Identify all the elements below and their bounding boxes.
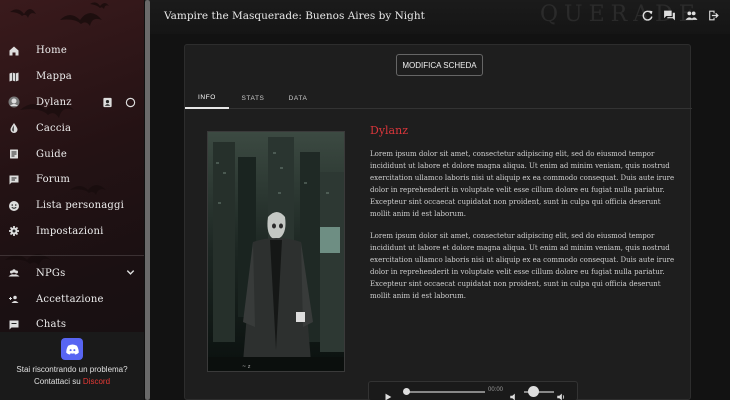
help-box: Stai riscontrando un problema? Contattac…: [0, 332, 144, 400]
sidebar-item-label: Mappa: [36, 71, 72, 83]
map-icon: [8, 71, 20, 83]
help-text: Stai riscontrando un problema? Contattac…: [0, 364, 144, 388]
chats-icon: [8, 319, 20, 331]
sidebar-item-lista-personaggi[interactable]: Lista personaggi: [0, 193, 144, 219]
character-description-paragraph: Lorem ipsum dolor sit amet, consectetur …: [370, 150, 675, 218]
sidebar-item-label: Forum: [36, 174, 71, 186]
people-icon: [8, 267, 20, 279]
add-group-icon: [8, 293, 20, 305]
character-name: Dylanz: [370, 124, 408, 137]
edit-sheet-button[interactable]: MODIFICA SCHEDA: [396, 54, 483, 76]
blood-drop-icon: [8, 122, 20, 134]
sidebar-item-label: Accettazione: [36, 293, 104, 305]
discord-icon[interactable]: [61, 338, 83, 360]
sidebar-item-npgs[interactable]: NPGs: [0, 260, 144, 286]
audio-progress-handle[interactable]: [403, 388, 410, 395]
character-sheet-icon[interactable]: [102, 97, 113, 108]
sidebar-item-label: Home: [36, 45, 67, 57]
sidebar-item-label: Lista personaggi: [36, 200, 124, 212]
play-icon[interactable]: [383, 387, 393, 400]
volume-handle[interactable]: [528, 386, 539, 397]
character-card: MODIFICA SCHEDA INFO STATS DATA ~ z Dyla…: [184, 44, 692, 400]
tab-bar: INFO STATS DATA: [185, 87, 692, 109]
sidebar-divider: [0, 255, 144, 257]
help-message: Stai riscontrando un problema? Contattac…: [16, 365, 128, 386]
gear-icon: [8, 225, 20, 237]
app-title: Vampire the Masquerade: Buenos Aires by …: [164, 10, 425, 22]
face-icon: [8, 200, 20, 212]
sidebar-item-caccia[interactable]: Caccia: [0, 115, 144, 141]
discord-link[interactable]: Discord: [83, 377, 110, 386]
sidebar-item-label: Dylanz: [36, 96, 72, 108]
sidebar: Home Mappa Dylanz Caccia Guide Forum Lis…: [0, 0, 144, 400]
chevron-down-icon[interactable]: [125, 267, 136, 278]
avatar-icon: [8, 96, 20, 108]
home-icon: [8, 45, 20, 57]
sidebar-item-label: NPGs: [36, 267, 66, 279]
guide-icon: [8, 148, 20, 160]
forum-icon: [8, 174, 20, 186]
chat-icon[interactable]: [663, 9, 676, 22]
sidebar-item-home[interactable]: Home: [0, 38, 144, 64]
group-icon[interactable]: [685, 9, 698, 22]
sidebar-item-guide[interactable]: Guide: [0, 141, 144, 167]
sidebar-item-label: Caccia: [36, 122, 72, 134]
tab-data[interactable]: DATA: [281, 87, 315, 109]
main-content: MODIFICA SCHEDA INFO STATS DATA ~ z Dyla…: [150, 34, 730, 400]
tab-info[interactable]: INFO: [185, 87, 229, 109]
character-description-paragraph: Lorem ipsum dolor sit amet, consectetur …: [370, 232, 675, 300]
character-portrait: ~ z: [207, 131, 345, 372]
sidebar-item-label: Impostazioni: [36, 225, 104, 237]
audio-time: 00:00: [488, 387, 504, 393]
sidebar-item-impostazioni[interactable]: Impostazioni: [0, 219, 144, 245]
sidebar-item-forum[interactable]: Forum: [0, 167, 144, 193]
sidebar-item-label: Guide: [36, 148, 67, 160]
status-circle-icon[interactable]: [125, 97, 136, 108]
sidebar-item-accettazione[interactable]: Accettazione: [0, 286, 144, 312]
top-bar: Vampire the Masquerade: Buenos Aires by …: [150, 0, 730, 34]
sidebar-item-mappa[interactable]: Mappa: [0, 64, 144, 90]
sidebar-item-dylanz[interactable]: Dylanz: [0, 90, 144, 116]
portrait-image: ~ z: [208, 132, 344, 371]
sidebar-item-label: Chats: [36, 319, 67, 331]
refresh-icon[interactable]: [641, 9, 654, 22]
volume-icon[interactable]: [509, 387, 519, 400]
svg-text:~ z: ~ z: [242, 364, 251, 370]
volume-up-icon[interactable]: [556, 387, 566, 400]
logout-icon[interactable]: [707, 9, 720, 22]
audio-progress-track[interactable]: [405, 391, 485, 393]
tab-stats[interactable]: STATS: [235, 87, 271, 109]
audio-player: 00:00: [368, 381, 578, 400]
